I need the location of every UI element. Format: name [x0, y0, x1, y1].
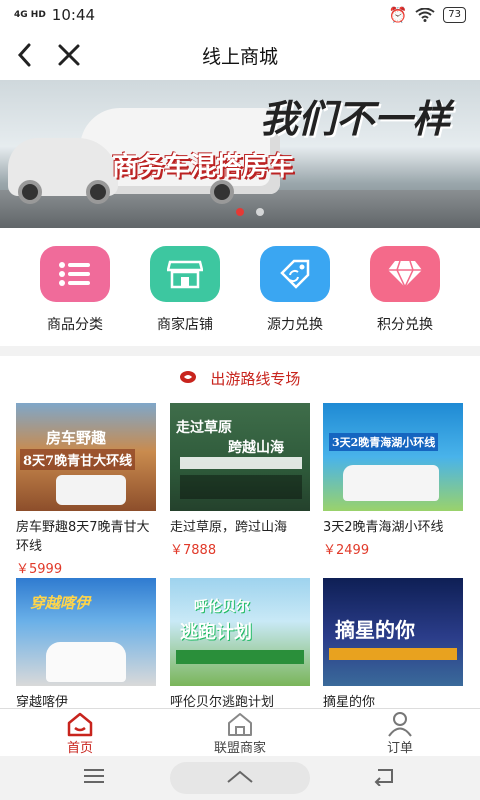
thumb-subtitle: 8天7晚青甘大环线: [20, 449, 136, 470]
quick-action-label: 积分兑换: [377, 317, 433, 333]
user-icon: [388, 712, 412, 737]
quick-action-label: 源力兑换: [267, 317, 323, 333]
thumb-title: 摘星的你: [335, 618, 415, 642]
banner-wheel: [18, 180, 42, 204]
tab-label: 联盟商家: [213, 741, 266, 756]
close-icon[interactable]: [56, 40, 82, 70]
banner-dot-active[interactable]: [236, 208, 244, 216]
banner-wheel: [86, 180, 110, 204]
back-icon[interactable]: [12, 40, 38, 70]
banner-wheel: [210, 180, 234, 204]
thumb-title: 穿越喀伊: [30, 594, 91, 612]
list-icon: [40, 246, 110, 302]
status-time: 10:44: [51, 6, 96, 24]
product-card[interactable]: 3天2晚青海湖小环线 3天2晚青海湖小环线 ￥2499: [323, 403, 463, 558]
rv-image: [56, 475, 126, 505]
product-name: 3天2晚青海湖小环线: [323, 520, 444, 535]
product-card[interactable]: 摘星的你 摘星的你: [323, 578, 463, 708]
store-icon: [150, 246, 220, 302]
product-thumbnail: 摘星的你: [323, 578, 463, 686]
quick-action-points-exchange[interactable]: 积分兑换: [360, 246, 450, 334]
exchange-tag-icon: [260, 246, 330, 302]
van-image: [46, 642, 126, 682]
tab-label: 订单: [386, 741, 413, 756]
thumb-info-strip: [180, 457, 302, 469]
quick-action-stores[interactable]: 商家店铺: [140, 246, 230, 334]
wifi-icon: [415, 8, 435, 22]
travel-routes-section: 出游路线专场 房车野趣 8天7晚青甘大环线 房车野趣8天7晚青甘大环线 ￥599…: [0, 356, 480, 708]
tab-orders[interactable]: 订单: [350, 711, 450, 756]
promo-banner[interactable]: 我们不一样 商务车混搭房车: [0, 80, 480, 228]
page-title: 线上商城: [201, 45, 278, 68]
product-thumbnail: 走过草原 跨越山海: [170, 403, 310, 511]
product-price: ￥5999: [16, 562, 63, 577]
app-header: 线上商城: [0, 30, 480, 80]
product-card[interactable]: 走过草原 跨越山海 走过草原，跨过山海 ￥7888: [170, 403, 310, 558]
thumb-title: 3天2晚青海湖小环线: [329, 433, 439, 451]
alarm-icon: ⏰: [388, 6, 408, 24]
quick-action-label: 商品分类: [47, 317, 103, 333]
section-title-text: 出游路线专场: [210, 370, 301, 388]
tab-home[interactable]: 首页: [30, 711, 130, 756]
thumb-info-box: [180, 475, 302, 499]
quick-action-yuanli-exchange[interactable]: 源力兑换: [250, 246, 340, 334]
quick-actions: 商品分类 商家店铺 源力兑换 积分兑换: [0, 228, 480, 346]
product-price: ￥7888: [170, 543, 217, 558]
product-thumbnail: 穿越喀伊: [16, 578, 156, 686]
banner-slogan-top: 我们不一样: [259, 96, 450, 141]
tab-partner-merchants[interactable]: 联盟商家: [190, 711, 290, 756]
thumb-info-strip: [176, 650, 304, 664]
diamond-icon: [370, 246, 440, 302]
product-name: 穿越喀伊: [16, 695, 69, 708]
menu-icon[interactable]: [82, 766, 106, 786]
product-name: 房车野趣8天7晚青甘大环线: [16, 520, 150, 554]
signal-icon: 4G HD: [14, 9, 46, 20]
product-name: 摘星的你: [323, 695, 376, 708]
quick-action-categories[interactable]: 商品分类: [30, 246, 120, 334]
product-card[interactable]: 呼伦贝尔 逃跑计划 呼伦贝尔逃跑计划: [170, 578, 310, 708]
product-thumbnail: 3天2晚青海湖小环线: [323, 403, 463, 511]
thumb-subtitle: 逃跑计划: [180, 622, 252, 643]
product-thumbnail: 呼伦贝尔 逃跑计划: [170, 578, 310, 686]
bottom-tab-bar: 首页 联盟商家 订单: [0, 708, 480, 756]
thumb-title: 走过草原: [176, 420, 232, 436]
product-card[interactable]: 房车野趣 8天7晚青甘大环线 房车野趣8天7晚青甘大环线 ￥5999: [16, 403, 156, 577]
status-bar: 4G HD 10:44 ⏰ 73: [0, 0, 480, 30]
system-nav-bar: [0, 756, 480, 800]
product-card[interactable]: 穿越喀伊 穿越喀伊: [16, 578, 156, 708]
thumb-subtitle: 跨越山海: [228, 440, 284, 456]
back-nav-icon[interactable]: [372, 766, 398, 786]
thumb-title: 房车野趣: [46, 429, 107, 447]
battery-indicator: 73: [443, 7, 466, 23]
product-thumbnail: 房车野趣 8天7晚青甘大环线: [16, 403, 156, 511]
section-title: 出游路线专场: [0, 368, 480, 389]
quick-action-label: 商家店铺: [157, 317, 213, 333]
thumb-title: 呼伦贝尔: [194, 599, 250, 615]
product-price: ￥2499: [323, 543, 370, 558]
banner-dot[interactable]: [256, 208, 264, 216]
merchant-house-icon: [228, 713, 252, 736]
banner-slogan-main: 商务车混搭房车: [112, 152, 295, 182]
home-icon: [67, 712, 93, 737]
tab-label: 首页: [66, 741, 93, 756]
heart-icon: [179, 370, 196, 388]
product-name: 走过草原，跨过山海: [170, 520, 288, 535]
home-nav-icon[interactable]: [226, 768, 254, 786]
product-name: 呼伦贝尔逃跑计划: [170, 695, 275, 708]
thumb-info-strip: [329, 648, 457, 660]
rv-image: [343, 465, 439, 501]
